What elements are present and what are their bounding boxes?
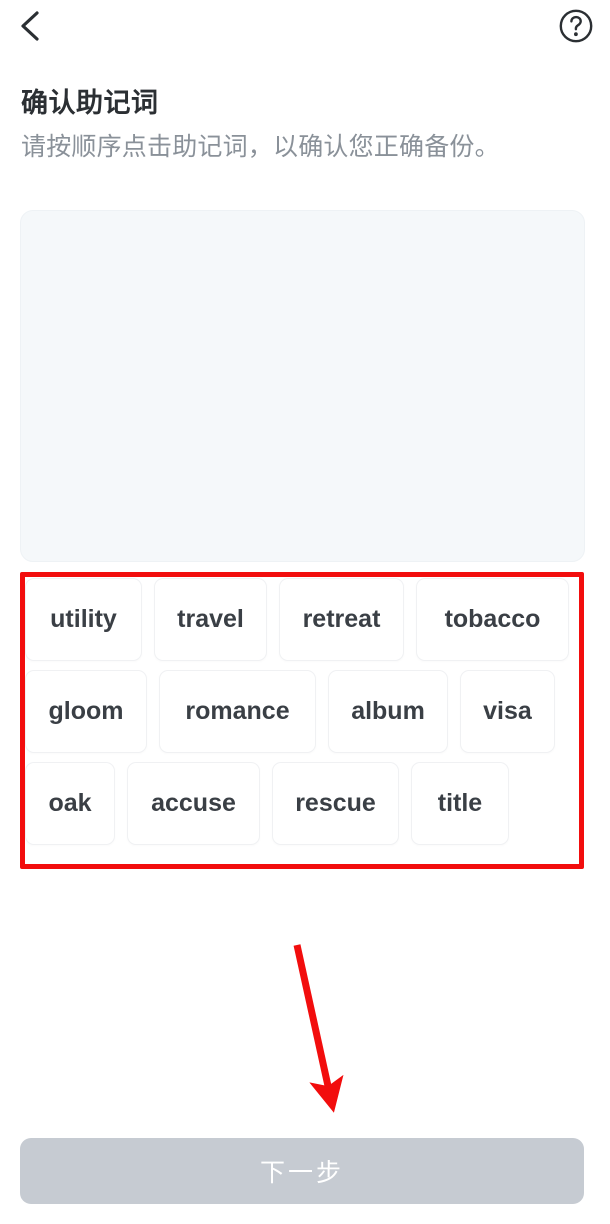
- word-chip-oak[interactable]: oak: [25, 762, 115, 845]
- word-chip-tobacco[interactable]: tobacco: [416, 578, 569, 661]
- word-bank-row: gloom romance album visa: [25, 670, 579, 753]
- chevron-left-icon: [16, 9, 44, 48]
- word-chip-romance[interactable]: romance: [159, 670, 316, 753]
- word-chip-accuse[interactable]: accuse: [127, 762, 260, 845]
- top-navigation-bar: [0, 0, 610, 58]
- word-chip-gloom[interactable]: gloom: [25, 670, 147, 753]
- word-chip-retreat[interactable]: retreat: [279, 578, 404, 661]
- word-chip-visa[interactable]: visa: [460, 670, 555, 753]
- back-button[interactable]: [4, 2, 56, 54]
- word-chip-travel[interactable]: travel: [154, 578, 267, 661]
- help-circle-icon: [558, 8, 594, 49]
- word-chip-rescue[interactable]: rescue: [272, 762, 399, 845]
- selected-words-panel[interactable]: [20, 210, 585, 562]
- word-bank-row: oak accuse rescue title: [25, 762, 579, 845]
- help-button[interactable]: [550, 2, 602, 54]
- word-chip-title[interactable]: title: [411, 762, 509, 845]
- word-bank: utility travel retreat tobacco gloom rom…: [25, 578, 579, 863]
- word-chip-album[interactable]: album: [328, 670, 448, 753]
- word-chip-utility[interactable]: utility: [25, 578, 142, 661]
- next-button[interactable]: 下一步: [20, 1138, 584, 1204]
- page-subtitle: 请按顺序点击助记词，以确认您正确备份。: [21, 133, 500, 161]
- page-title: 确认助记词: [21, 88, 159, 118]
- word-bank-row: utility travel retreat tobacco: [25, 578, 579, 661]
